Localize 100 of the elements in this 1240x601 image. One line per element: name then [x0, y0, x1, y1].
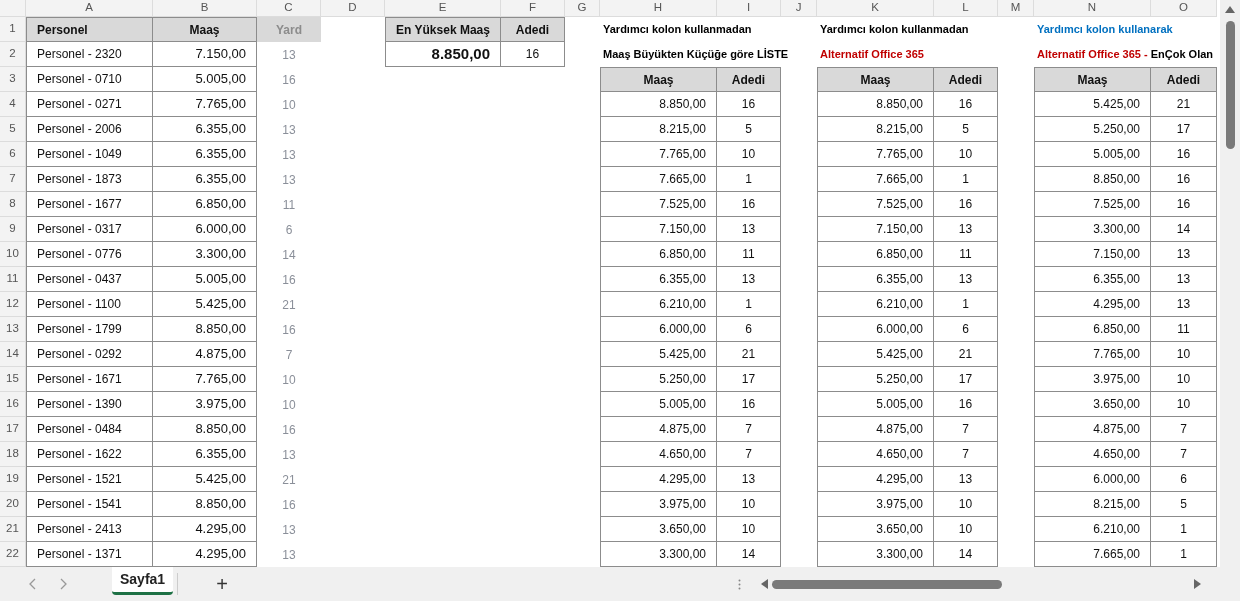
table-cell: Personel - 1799	[26, 317, 153, 342]
table-cell: 6	[717, 317, 781, 342]
column-header[interactable]: C	[257, 0, 321, 17]
scrollbar-thumb[interactable]	[1225, 21, 1235, 149]
row-header[interactable]: 3	[0, 67, 26, 92]
table-cell: 13	[717, 467, 781, 492]
table-cell: 7.765,00	[153, 367, 257, 392]
table-cell: 8.850,00	[153, 492, 257, 517]
table-cell: 6.210,00	[817, 292, 934, 317]
scroll-left-icon[interactable]	[760, 579, 768, 589]
row-header[interactable]: 20	[0, 492, 26, 517]
row-header[interactable]: 21	[0, 517, 26, 542]
sheet-tab[interactable]: Sayfa1	[112, 567, 174, 595]
column-header[interactable]: A	[26, 0, 153, 17]
table-cell: 10	[934, 142, 998, 167]
column-header[interactable]: K	[817, 0, 934, 17]
table-cell: 13	[934, 217, 998, 242]
horizontal-scrollbar[interactable]	[760, 577, 1201, 591]
table-cell: 5.250,00	[1034, 117, 1151, 142]
table-cell: Personel - 0776	[26, 242, 153, 267]
table-cell: 16	[934, 192, 998, 217]
scroll-right-icon[interactable]	[1193, 579, 1201, 589]
table-cell: 11	[717, 242, 781, 267]
table-cell: Personel - 1100	[26, 292, 153, 317]
column-header[interactable]: F	[501, 0, 565, 17]
table-cell: 10	[934, 517, 998, 542]
table-cell: Personel - 2006	[26, 117, 153, 142]
column-header[interactable]: I	[717, 0, 781, 17]
note-text: Yardımcı kolon kullanmadan	[602, 22, 753, 38]
column-header[interactable]: G	[565, 0, 600, 17]
column-header[interactable]: B	[153, 0, 257, 17]
table-cell: 6.355,00	[817, 267, 934, 292]
table-cell: 7	[1151, 417, 1217, 442]
row-header[interactable]: 2	[0, 42, 26, 67]
table-cell: 6.355,00	[153, 442, 257, 467]
table-cell: 7.150,00	[1034, 242, 1151, 267]
table-cell: 1	[717, 292, 781, 317]
table-cell: 13	[717, 267, 781, 292]
column-header[interactable]: O	[1151, 0, 1217, 17]
table-cell: Personel - 0484	[26, 417, 153, 442]
scrollbar-thumb[interactable]	[771, 579, 1002, 589]
table-cell: 1	[1151, 542, 1217, 567]
column-header[interactable]: N	[1034, 0, 1151, 17]
row-header[interactable]: 5	[0, 117, 26, 142]
row-header[interactable]: 12	[0, 292, 26, 317]
table-cell: 13	[1151, 267, 1217, 292]
row-header[interactable]: 16	[0, 392, 26, 417]
row-header[interactable]: 17	[0, 417, 26, 442]
table-cell: Personel - 0292	[26, 342, 153, 367]
table-cell-text: 13	[281, 121, 297, 139]
column-header[interactable]: J	[781, 0, 817, 17]
row-header[interactable]: 22	[0, 542, 26, 567]
table-cell: 7	[1151, 442, 1217, 467]
table-cell: 21	[934, 342, 998, 367]
vertical-scrollbar[interactable]	[1220, 0, 1240, 567]
row-header[interactable]: 9	[0, 217, 26, 242]
previous-sheet-icon[interactable]	[28, 578, 36, 590]
more-options-icon[interactable]	[737, 578, 741, 590]
row-header[interactable]: 6	[0, 142, 26, 167]
table-cell-text: 10	[281, 396, 297, 414]
row-header[interactable]: 8	[0, 192, 26, 217]
row-header[interactable]: 11	[0, 267, 26, 292]
table-cell: 8.215,00	[817, 117, 934, 142]
table-cell: 1	[1151, 517, 1217, 542]
add-sheet-button[interactable]: +	[216, 574, 228, 594]
column-header[interactable]: E	[385, 0, 501, 17]
table-cell: 7.765,00	[1034, 342, 1151, 367]
row-header[interactable]: 13	[0, 317, 26, 342]
table-cell: Personel - 1873	[26, 167, 153, 192]
table-cell: 1	[934, 167, 998, 192]
column-header[interactable]: L	[934, 0, 998, 17]
row-header[interactable]: 10	[0, 242, 26, 267]
row-header[interactable]: 1	[0, 17, 26, 42]
table-cell: 3.975,00	[1034, 367, 1151, 392]
row-header[interactable]: 19	[0, 467, 26, 492]
row-header[interactable]: 18	[0, 442, 26, 467]
column-header[interactable]: M	[998, 0, 1034, 17]
table-cell: 4.875,00	[817, 417, 934, 442]
table-cell: 8.850,00	[1034, 167, 1151, 192]
table-cell: 8.850,00	[153, 317, 257, 342]
table-cell: 17	[1151, 117, 1217, 142]
table-cell: 16	[717, 392, 781, 417]
list-title: Maaş Büyükten Küçüğe göre LİSTE	[602, 47, 790, 63]
table-cell: 6.000,00	[1034, 467, 1151, 492]
table-cell: 4.295,00	[817, 467, 934, 492]
row-header[interactable]: 15	[0, 367, 26, 392]
table-cell: 6.000,00	[817, 317, 934, 342]
scroll-up-icon[interactable]	[1225, 6, 1235, 13]
column-heading: Adedi	[934, 67, 998, 92]
row-header[interactable]: 7	[0, 167, 26, 192]
column-header[interactable]: H	[600, 0, 717, 17]
table-cell-text: 13	[281, 146, 297, 164]
table-cell: 6.000,00	[153, 217, 257, 242]
table-cell-text: 11	[281, 196, 297, 214]
row-header[interactable]: 14	[0, 342, 26, 367]
column-header[interactable]: D	[321, 0, 385, 17]
row-header[interactable]: 4	[0, 92, 26, 117]
next-sheet-icon[interactable]	[60, 578, 68, 590]
list-title: Alternatif Office 365 - EnÇok Olan	[1036, 47, 1215, 63]
table-cell: Personel - 1521	[26, 467, 153, 492]
